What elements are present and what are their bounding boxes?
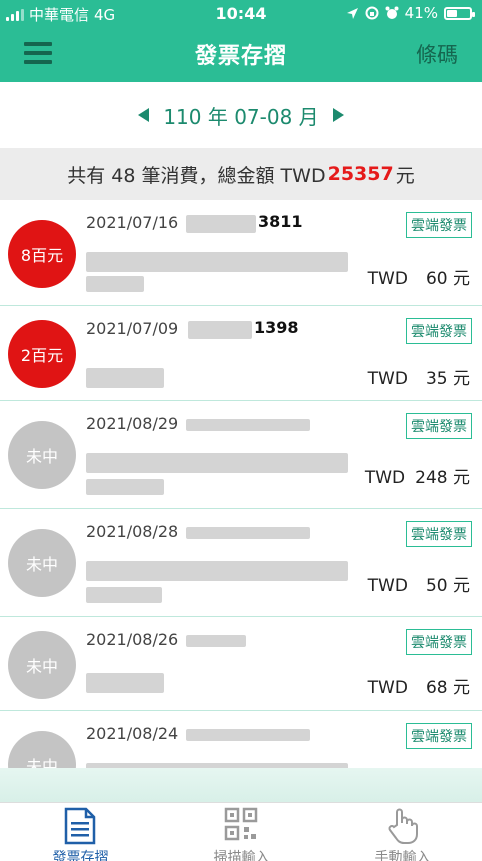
location-icon: [346, 7, 358, 19]
status-bar: 中華電信 4G 10:44 41%: [0, 0, 482, 26]
summary-prefix: 共有 48 筆消費，總金額 TWD: [67, 164, 326, 187]
invoice-amount: TWD 35 元: [367, 369, 470, 389]
prize-badge: 2百元: [8, 320, 76, 388]
redacted-store: [86, 673, 164, 693]
redacted-store-line2: [86, 479, 164, 495]
invoice-date: 2021/08/26: [86, 630, 179, 649]
invoice-row[interactable]: 2百元 2021/07/09 1398 雲端發票 TWD 35 元: [0, 306, 482, 401]
rotation-lock-icon: [365, 6, 379, 20]
qr-code-icon: [224, 807, 258, 841]
redacted-store: [86, 561, 348, 581]
tab-label: 發票存摺: [52, 850, 109, 861]
redacted-store: [86, 453, 348, 473]
cloud-invoice-tag: 雲端發票: [406, 629, 472, 655]
document-icon: [64, 807, 96, 845]
cloud-invoice-tag: 雲端發票: [406, 212, 472, 238]
summary-banner: 共有 48 筆消費，總金額 TWD 25357 元: [0, 148, 482, 200]
invoice-row[interactable]: 未中 2021/08/28 雲端發票 TWD 50 元: [0, 509, 482, 617]
tab-invoice-passbook[interactable]: 發票存摺: [0, 803, 161, 861]
redacted-number: [186, 419, 310, 431]
invoice-row[interactable]: 未中 2021/08/26 雲端發票 TWD 68 元: [0, 617, 482, 711]
tab-label: 掃描輸入: [213, 850, 270, 861]
redacted-store-line2: [86, 587, 162, 603]
invoice-number-tail: 1398: [254, 318, 299, 337]
period-selector: 110 年 07-08 月: [0, 82, 482, 148]
cloud-invoice-tag: 雲端發票: [406, 521, 472, 547]
tab-label: 手動輸入: [374, 850, 431, 861]
next-period-icon[interactable]: [332, 108, 344, 122]
cloud-invoice-tag: 雲端發票: [406, 723, 472, 749]
bottom-tab-bar: 發票存摺 掃描輸入 手動輸入: [0, 802, 482, 861]
barcode-button[interactable]: 條碼: [416, 39, 458, 69]
invoice-amount: TWD 248 元: [364, 468, 470, 488]
prize-badge: 未中: [8, 731, 76, 770]
prize-badge: 未中: [8, 529, 76, 597]
prize-badge: 8百元: [8, 220, 76, 288]
prize-badge: 未中: [8, 631, 76, 699]
invoice-amount: TWD 60 元: [367, 269, 470, 289]
tab-manual-input[interactable]: 手動輸入: [322, 803, 482, 861]
prev-period-icon[interactable]: [138, 108, 150, 122]
prize-badge: 未中: [8, 421, 76, 489]
invoice-row[interactable]: 未中 2021/08/29 雲端發票 TWD 248 元: [0, 401, 482, 509]
invoice-list[interactable]: 8百元 2021/07/16 3811 雲端發票 TWD 60 元 2百元 202…: [0, 200, 482, 770]
page-title: 發票存摺: [194, 44, 287, 69]
battery-percent: 41%: [404, 4, 438, 22]
invoice-date: 2021/08/28: [86, 522, 179, 541]
redacted-number: [186, 729, 310, 741]
period-label: 110 年 07-08 月: [163, 104, 319, 129]
app-header: 發票存摺 條碼: [0, 26, 482, 82]
redacted-number: [186, 635, 246, 647]
summary-amount: 25357: [327, 163, 394, 185]
invoice-date: 2021/07/09: [86, 319, 179, 338]
invoice-date: 2021/07/16: [86, 213, 179, 232]
invoice-date: 2021/08/24: [86, 724, 179, 743]
invoice-amount: TWD 50 元: [367, 576, 470, 596]
cloud-invoice-tag: 雲端發票: [406, 318, 472, 344]
redacted-store: [86, 368, 164, 388]
redacted-number: [186, 215, 256, 233]
redacted-number: [186, 527, 310, 539]
tab-scan-input[interactable]: 掃描輸入: [161, 803, 322, 861]
redacted-number: [188, 321, 252, 339]
invoice-date: 2021/08/29: [86, 414, 179, 433]
alarm-icon: [385, 6, 399, 19]
invoice-amount: TWD 68 元: [367, 678, 470, 698]
invoice-row[interactable]: 8百元 2021/07/16 3811 雲端發票 TWD 60 元: [0, 200, 482, 306]
list-fade-overlay: [0, 768, 482, 802]
invoice-row[interactable]: 未中 2021/08/24 雲端發票: [0, 711, 482, 770]
top-bar: 中華電信 4G 10:44 41% 發票存摺 條碼: [0, 0, 482, 82]
redacted-store-line2: [86, 276, 144, 292]
battery-icon: [444, 6, 475, 20]
hand-pointer-icon: [388, 808, 418, 844]
summary-suffix: 元: [395, 164, 415, 187]
invoice-number-tail: 3811: [258, 212, 303, 231]
redacted-store: [86, 252, 348, 272]
cloud-invoice-tag: 雲端發票: [406, 413, 472, 439]
